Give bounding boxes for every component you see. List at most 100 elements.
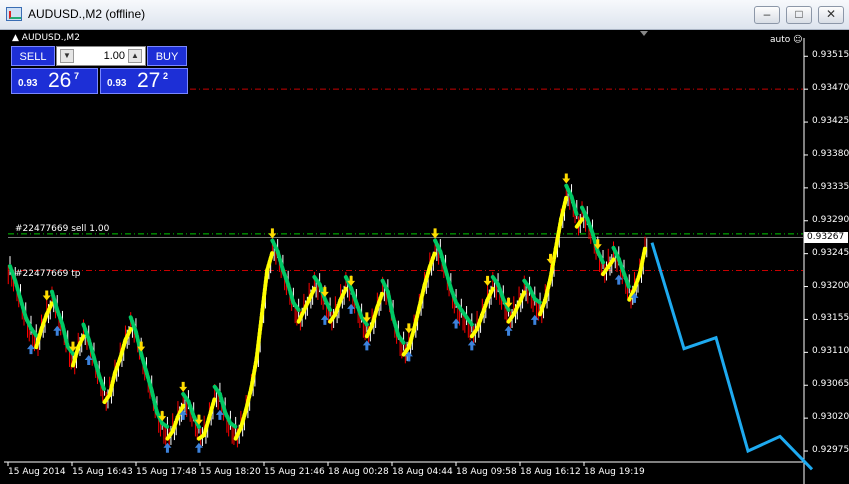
trend-segment: [149, 388, 159, 415]
buy-arrow-icon: [362, 340, 371, 351]
autoscroll-label[interactable]: auto ☺: [770, 35, 803, 45]
sell-arrow-icon: [179, 381, 188, 392]
sell-arrow-icon: [483, 275, 492, 286]
trend-segment: [112, 356, 123, 375]
trend-segment: [637, 246, 647, 277]
x-tick-label: 15 Aug 17:48: [136, 467, 197, 477]
trend-segment: [249, 356, 259, 390]
bid-prefix: 0.93: [18, 78, 38, 89]
buy-arrow-icon: [84, 355, 93, 366]
trend-segment: [396, 333, 406, 345]
trend-segment: [553, 217, 564, 251]
trend-segment: [238, 407, 249, 430]
trend-segment: [49, 289, 60, 312]
trend-segment: [254, 312, 264, 361]
trend-segment: [427, 250, 438, 269]
y-tick-label: 0.93020: [812, 412, 849, 423]
trend-segment: [475, 312, 485, 331]
trend-segment: [532, 296, 543, 305]
ask-price-box[interactable]: 0.93 27 2: [100, 68, 188, 94]
trend-segment: [569, 194, 579, 217]
trend-segment: [417, 283, 427, 310]
buy-arrow-icon: [215, 409, 224, 420]
trend-segment: [291, 300, 301, 312]
trend-segment: [107, 370, 117, 397]
trend-segment: [370, 305, 380, 328]
trend-segment: [333, 297, 343, 317]
sell-arrow-icon: [562, 173, 571, 184]
bid-big: 26: [48, 69, 72, 92]
trend-segment: [574, 217, 585, 229]
buy-button[interactable]: BUY: [147, 46, 187, 66]
y-tick-label: 0.93470: [812, 83, 849, 94]
trend-segment: [28, 326, 39, 338]
y-tick-label: 0.93200: [812, 280, 849, 291]
sell-arrow-icon: [431, 228, 440, 239]
lot-decrease-icon[interactable]: ▼: [60, 49, 74, 63]
buy-arrow-icon: [53, 325, 62, 336]
trend-segment: [517, 290, 527, 306]
trend-segment: [186, 399, 196, 418]
buy-arrow-icon: [347, 303, 356, 314]
trend-segment: [543, 275, 553, 302]
trend-segment: [616, 256, 627, 276]
y-tick-label: 0.93110: [812, 346, 849, 357]
current-price-tag: 0.93267: [804, 231, 848, 243]
lot-size-value: 1.00: [103, 50, 125, 62]
trend-segment: [443, 267, 453, 291]
trend-segment: [448, 286, 459, 305]
buy-arrow-icon: [26, 344, 35, 355]
y-tick-label: 0.93155: [812, 313, 849, 324]
trend-segment: [18, 296, 28, 320]
lot-increase-icon[interactable]: ▲: [128, 49, 142, 63]
y-tick-label: 0.93380: [812, 148, 849, 159]
trend-segment: [97, 373, 107, 393]
ask-big: 27: [137, 69, 161, 92]
lot-size-input[interactable]: ▼ 1.00 ▲: [56, 46, 146, 66]
trend-segment: [438, 249, 448, 272]
x-tick-label: 15 Aug 16:43: [72, 467, 133, 477]
sell-button[interactable]: SELL: [11, 46, 55, 66]
trend-segment: [170, 414, 180, 434]
trend-segment: [60, 322, 70, 349]
trend-segment: [76, 334, 86, 350]
bid-price-box[interactable]: 0.93 26 7: [11, 68, 98, 94]
buy-arrow-icon: [320, 314, 329, 325]
trend-segment: [354, 300, 364, 320]
tp-order-label[interactable]: #22477669 tp: [15, 269, 80, 279]
trend-segment: [202, 414, 212, 437]
trend-segment: [385, 289, 396, 320]
y-tick-label: 0.93245: [812, 247, 849, 258]
x-tick-label: 18 Aug 00:28: [328, 467, 389, 477]
trend-segment: [86, 337, 96, 360]
bid-sup: 7: [74, 71, 80, 81]
y-tick-label: 0.93290: [812, 214, 849, 225]
trend-segment: [464, 315, 474, 327]
collapse-triangle-icon[interactable]: ▲: [12, 33, 22, 43]
trend-segment: [559, 195, 569, 222]
trend-segment: [496, 282, 506, 301]
trend-segment: [275, 249, 285, 272]
sell-order-label[interactable]: #22477669 sell 1.00: [15, 224, 109, 234]
trend-segment: [44, 301, 54, 317]
trend-segment: [485, 286, 495, 302]
trend-segment: [280, 267, 291, 287]
chart-shift-marker-icon: [640, 31, 648, 36]
y-tick-label: 0.92975: [812, 445, 849, 456]
trend-segment: [144, 370, 154, 393]
y-tick-label: 0.93335: [812, 181, 849, 192]
ask-prefix: 0.93: [107, 78, 127, 89]
trend-segment: [412, 305, 422, 331]
forecast-line: [650, 242, 814, 471]
trend-segment: [480, 297, 490, 317]
buy-arrow-icon: [163, 442, 172, 453]
trend-segment: [286, 282, 296, 305]
x-tick-label: 15 Aug 21:46: [264, 467, 325, 477]
trend-segment: [34, 326, 44, 350]
trend-segment: [322, 296, 333, 312]
sell-arrow-icon: [42, 290, 51, 301]
auto-text: auto: [770, 35, 791, 45]
buy-arrow-icon: [530, 314, 539, 325]
trend-segment: [548, 246, 558, 280]
x-tick-label: 18 Aug 04:44: [392, 467, 453, 477]
